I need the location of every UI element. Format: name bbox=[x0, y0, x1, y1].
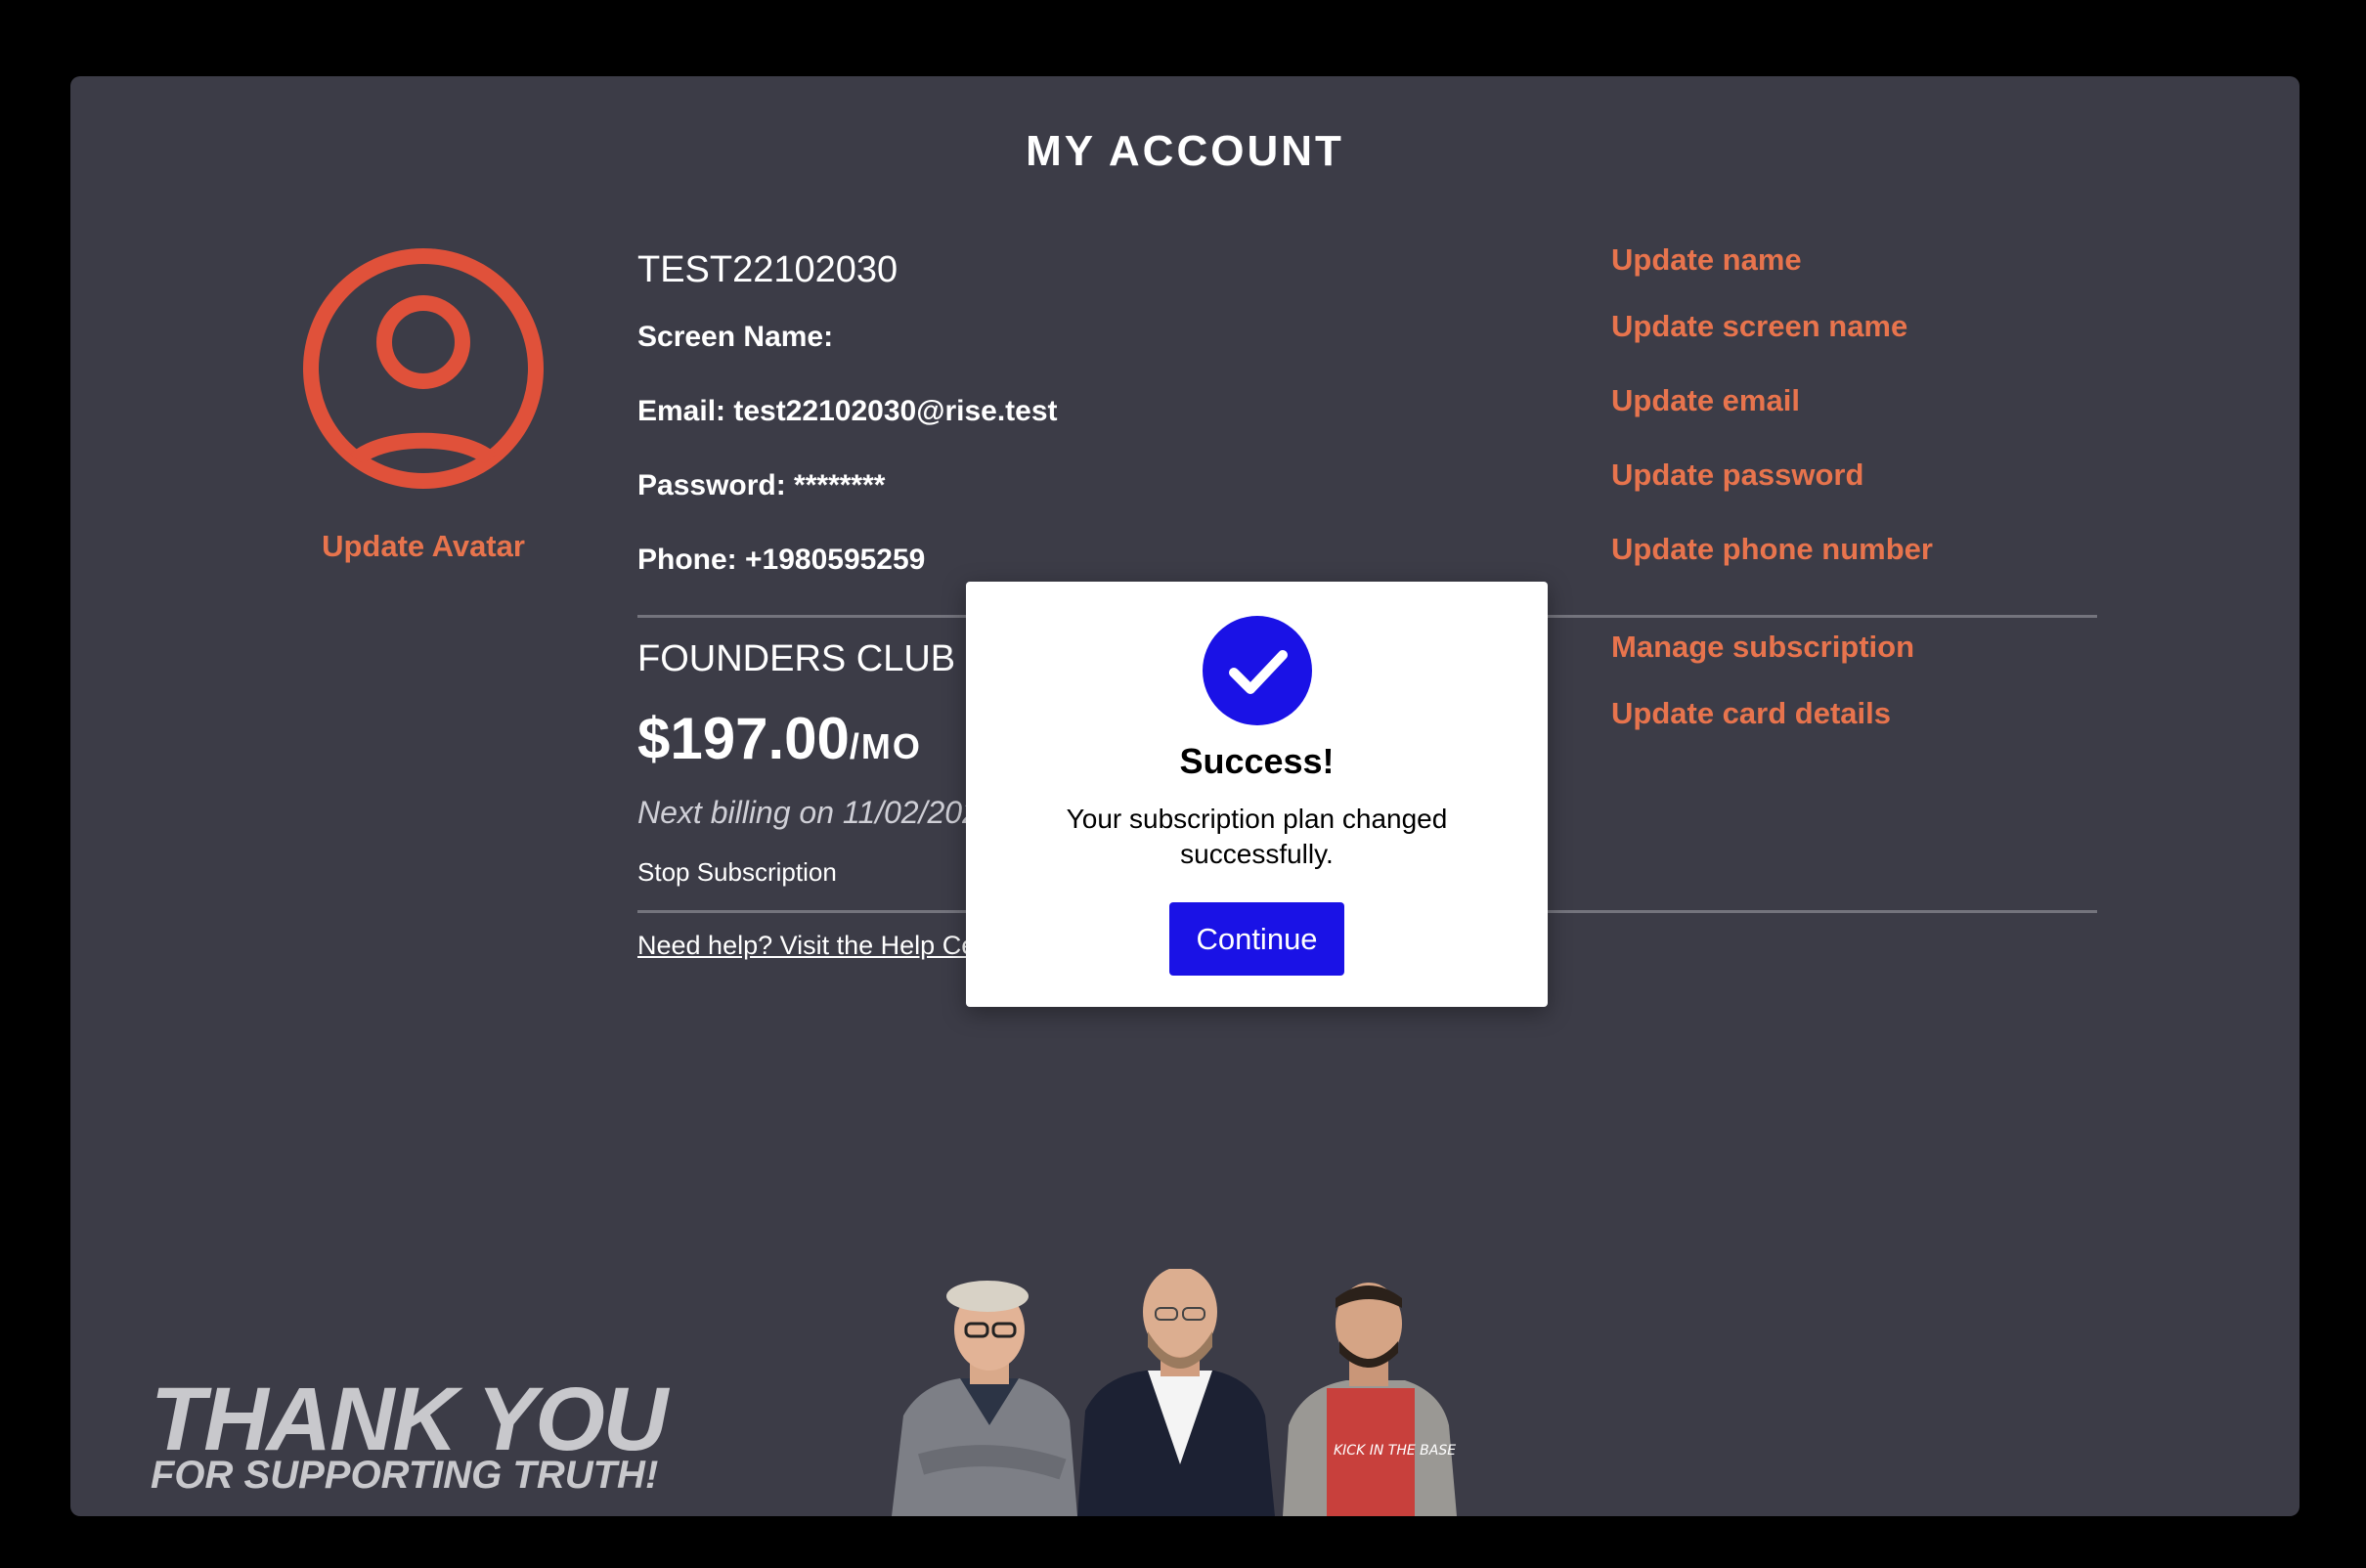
next-billing-date: Next billing on 11/02/2022 bbox=[637, 795, 997, 830]
update-screen-name-link[interactable]: Update screen name bbox=[1611, 309, 1907, 344]
price-amount: $197.00 bbox=[637, 706, 850, 771]
stop-subscription-link[interactable]: Stop Subscription bbox=[637, 857, 837, 888]
checkmark-circle-icon bbox=[1203, 616, 1312, 725]
host-3-figure: KICK IN THE BASE bbox=[1283, 1283, 1457, 1516]
price-period: /MO bbox=[849, 726, 922, 766]
account-username: TEST22102030 bbox=[637, 249, 898, 290]
help-center-link[interactable]: Need help? Visit the Help Center bbox=[637, 931, 1022, 961]
host-1-figure bbox=[892, 1281, 1077, 1516]
plan-name: FOUNDERS CLUB bbox=[637, 638, 956, 679]
success-modal: Success! Your subscription plan changed … bbox=[966, 582, 1548, 1007]
host-2-figure bbox=[1077, 1269, 1275, 1516]
avatar-icon bbox=[303, 248, 544, 489]
modal-message: Your subscription plan changed successfu… bbox=[1066, 804, 1448, 869]
phone-field: Phone: +1980595259 bbox=[637, 544, 926, 576]
banner-supporting-truth: FOR SUPPORTING TRUTH! bbox=[151, 1454, 659, 1497]
manage-subscription-link[interactable]: Manage subscription bbox=[1611, 630, 1914, 665]
update-phone-link[interactable]: Update phone number bbox=[1611, 532, 1933, 567]
account-window: MY ACCOUNT Update Avatar TEST22102030 Sc… bbox=[70, 76, 2300, 1516]
continue-button[interactable]: Continue bbox=[1169, 902, 1344, 976]
banner-thank-you: THANK YOU bbox=[151, 1370, 668, 1469]
screen-name-field: Screen Name: bbox=[637, 321, 834, 353]
update-email-link[interactable]: Update email bbox=[1611, 383, 1800, 418]
update-card-details-link[interactable]: Update card details bbox=[1611, 696, 1891, 731]
page-title: MY ACCOUNT bbox=[1026, 127, 1344, 175]
update-name-link[interactable]: Update name bbox=[1611, 242, 1802, 278]
email-field: Email: test22102030@rise.test bbox=[637, 395, 1058, 427]
plan-price: $197.00/MO bbox=[637, 705, 922, 772]
hosts-photo: KICK IN THE BASE bbox=[892, 1269, 1457, 1516]
update-password-link[interactable]: Update password bbox=[1611, 457, 1863, 493]
password-field: Password: ******** bbox=[637, 469, 886, 501]
update-avatar-link[interactable]: Update Avatar bbox=[286, 529, 560, 564]
shirt-print: KICK IN THE BASE bbox=[1334, 1443, 1456, 1459]
modal-title: Success! bbox=[1179, 741, 1335, 781]
